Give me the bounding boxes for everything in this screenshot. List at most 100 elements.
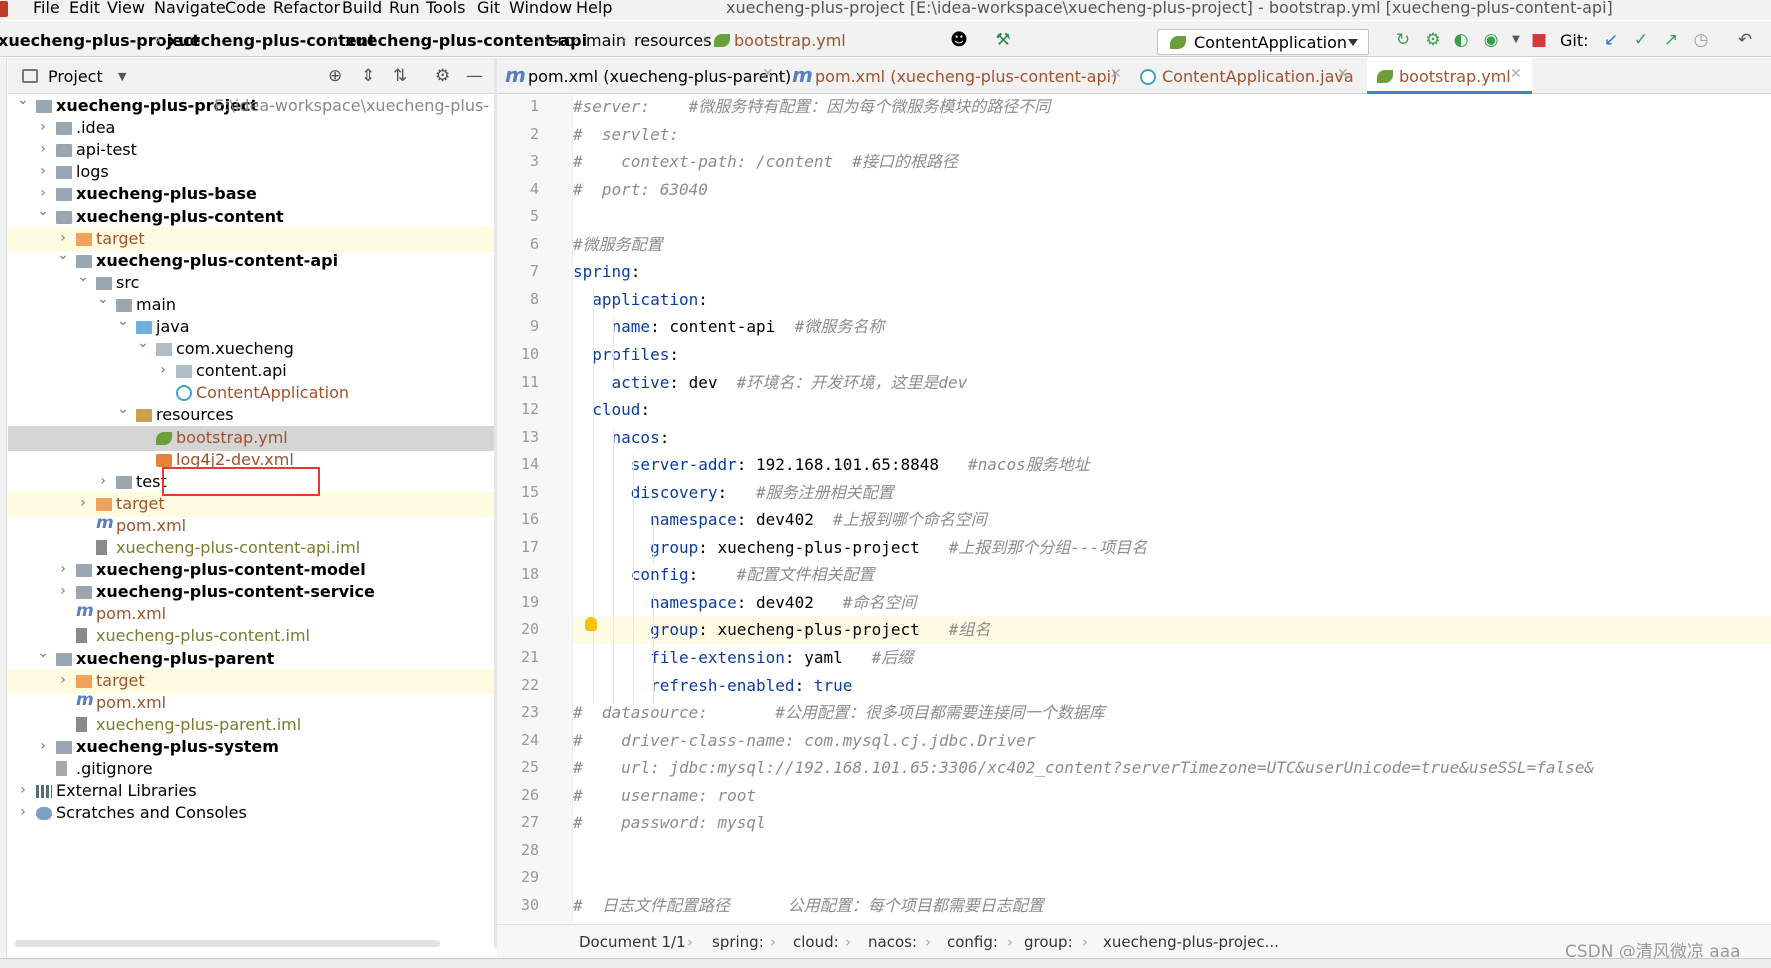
rollback-icon[interactable]: ↶ xyxy=(1734,29,1756,51)
line-number: 2 xyxy=(529,124,539,143)
run-configuration-select[interactable]: ContentApplication xyxy=(1157,29,1369,55)
git-push-icon[interactable]: ↗ xyxy=(1660,29,1682,51)
hide-panel-icon[interactable]: — xyxy=(466,66,483,86)
horizontal-scrollbar[interactable] xyxy=(15,940,440,947)
chevron-down-icon[interactable]: ⌄ xyxy=(116,401,130,417)
chevron-right-icon[interactable]: › xyxy=(96,473,110,489)
rerun-icon[interactable]: ↻ xyxy=(1392,29,1414,51)
breadcrumb-nacos[interactable]: nacos: xyxy=(868,933,917,951)
chevron-right-icon: › xyxy=(331,30,337,48)
chevron-right-icon[interactable]: › xyxy=(36,163,50,179)
menu-help[interactable]: Help xyxy=(576,0,612,17)
intellij-logo-icon xyxy=(0,1,8,17)
tree-item-label: pom.xml xyxy=(96,692,167,712)
chevron-right-icon[interactable]: › xyxy=(36,141,50,157)
menu-window[interactable]: Window xyxy=(509,0,572,17)
tree-item[interactable]: › Scratches and Consoles xyxy=(8,801,494,826)
menu-git[interactable]: Git xyxy=(477,0,500,17)
code-line: server-addr: 192.168.101.65:8848 #nacos服… xyxy=(630,455,1090,475)
chevron-down-icon[interactable]: ▼ xyxy=(118,70,126,83)
chevron-down-icon[interactable]: ⌄ xyxy=(96,291,110,307)
chevron-down-icon[interactable]: ⌄ xyxy=(36,203,50,219)
project-window-icon xyxy=(22,69,38,83)
breadcrumb-group[interactable]: group: xyxy=(1024,933,1073,951)
menu-edit[interactable]: Edit xyxy=(69,0,100,17)
profile-icon[interactable]: ◉ xyxy=(1480,29,1502,51)
chevron-right-icon[interactable]: › xyxy=(56,583,70,599)
chevron-down-icon[interactable]: ▼ xyxy=(1505,29,1527,51)
left-tool-stripe[interactable] xyxy=(0,58,7,968)
line-number: 19 xyxy=(520,592,539,611)
menu-file[interactable]: File xyxy=(33,0,60,17)
chevron-right-icon[interactable]: › xyxy=(36,738,50,754)
menu-code[interactable]: Code xyxy=(225,0,266,17)
tab-pom-parent[interactable]: m pom.xml (xuecheng-plus-parent) ✕ xyxy=(497,58,791,94)
stop-icon[interactable]: ■ xyxy=(1528,29,1550,51)
tab-content-application[interactable]: ContentApplication.java ✕ xyxy=(1130,58,1356,94)
module-folder-icon xyxy=(76,254,92,268)
chevron-right-icon: › xyxy=(925,933,931,951)
menu-tools[interactable]: Tools xyxy=(426,0,465,17)
nav-crumb-bootstrap[interactable]: bootstrap.yml xyxy=(734,31,846,50)
collapse-all-icon[interactable]: ⇅ xyxy=(393,66,407,86)
code-line: # username: root xyxy=(573,785,757,805)
module-folder-icon xyxy=(56,188,72,202)
chevron-right-icon[interactable]: › xyxy=(16,782,30,798)
close-icon[interactable]: ✕ xyxy=(1337,66,1349,82)
git-commit-icon[interactable]: ✓ xyxy=(1630,29,1652,51)
menu-navigate[interactable]: Navigate xyxy=(154,0,226,17)
chevron-right-icon[interactable]: › xyxy=(76,495,90,511)
tab-bootstrap-yml[interactable]: bootstrap.yml ✕ xyxy=(1367,58,1532,94)
excluded-folder-icon xyxy=(76,232,92,246)
code-line: refresh-enabled: true xyxy=(650,675,853,695)
breadcrumb-config[interactable]: config: xyxy=(947,933,998,951)
chevron-right-icon[interactable]: › xyxy=(36,119,50,135)
chevron-down-icon[interactable]: ⌄ xyxy=(16,95,30,108)
chevron-down-icon[interactable]: ⌄ xyxy=(76,269,90,285)
tree-item-label: ContentApplication xyxy=(196,383,350,403)
git-update-icon[interactable]: ↙ xyxy=(1600,29,1622,51)
chevron-right-icon: › xyxy=(845,933,851,951)
breadcrumb-document[interactable]: Document 1/1 xyxy=(579,933,686,951)
build-hammer-icon[interactable]: ⚒ xyxy=(992,29,1014,51)
user-icon[interactable]: ☻ xyxy=(948,29,970,51)
expand-all-icon[interactable]: ⇕ xyxy=(361,66,375,86)
nav-crumb-main[interactable]: main xyxy=(586,31,626,50)
chevron-down-icon[interactable]: ⌄ xyxy=(56,247,70,263)
tab-pom-content-api[interactable]: m pom.xml (xuecheng-plus-content-api) ✕ xyxy=(782,58,1130,94)
close-icon[interactable]: ✕ xyxy=(1510,66,1522,82)
chevron-right-icon[interactable]: › xyxy=(156,362,170,378)
spring-file-icon xyxy=(156,431,172,445)
chevron-right-icon[interactable]: › xyxy=(56,561,70,577)
chevron-down-icon[interactable]: ⌄ xyxy=(36,645,50,661)
history-icon[interactable]: ◷ xyxy=(1690,29,1712,51)
close-icon[interactable]: ✕ xyxy=(762,66,774,82)
nav-crumb-resources[interactable]: resources xyxy=(634,31,712,50)
menu-refactor[interactable]: Refactor xyxy=(273,0,340,17)
chevron-right-icon[interactable]: › xyxy=(56,672,70,688)
nav-crumb-src[interactable]: src xyxy=(549,31,572,50)
coverage-icon[interactable]: ◐ xyxy=(1450,29,1472,51)
project-panel-title[interactable]: Project xyxy=(48,67,103,86)
chevron-down-icon[interactable]: ⌄ xyxy=(136,335,150,351)
chevron-right-icon[interactable]: › xyxy=(16,804,30,820)
chevron-down-icon[interactable]: ⌄ xyxy=(116,313,130,329)
breadcrumb-value[interactable]: xuecheng-plus-projec... xyxy=(1103,933,1279,951)
menu-build[interactable]: Build xyxy=(342,0,382,17)
debug-icon[interactable]: ⚙ xyxy=(1422,29,1444,51)
line-number: 12 xyxy=(520,400,539,419)
menu-run[interactable]: Run xyxy=(389,0,420,17)
close-icon[interactable]: ✕ xyxy=(1110,66,1122,82)
lightbulb-icon[interactable] xyxy=(585,617,597,631)
breadcrumb-spring[interactable]: spring: xyxy=(712,933,764,951)
editor-gutter: 1 2 3 4 5 6 7 8 9 10 11 12 13 14 15 16 17 18 19 20 21 22 23 24 2… xyxy=(497,95,573,923)
gear-icon[interactable]: ⚙ xyxy=(435,66,450,86)
tree-item-label: bootstrap.yml xyxy=(176,427,288,447)
chevron-right-icon[interactable]: › xyxy=(56,230,70,246)
code-editor[interactable]: #server: #微服务特有配置：因为每个微服务模块的路径不同 # servle… xyxy=(573,95,1771,923)
locate-file-icon[interactable]: ⊕ xyxy=(328,66,342,86)
menu-view[interactable]: View xyxy=(107,0,145,17)
java-class-icon xyxy=(1140,69,1156,85)
chevron-right-icon[interactable]: › xyxy=(36,185,50,201)
breadcrumb-cloud[interactable]: cloud: xyxy=(793,933,839,951)
